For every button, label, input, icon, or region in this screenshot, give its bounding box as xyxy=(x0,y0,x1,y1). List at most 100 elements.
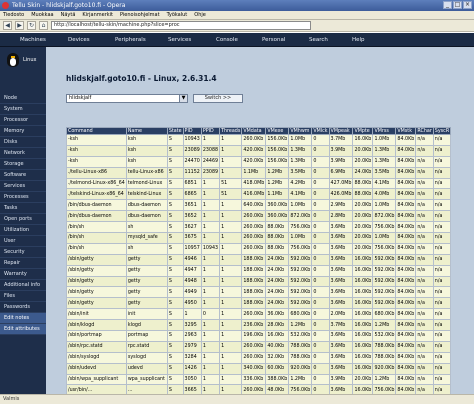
table-cell: n/a xyxy=(415,308,434,321)
column-header[interactable]: PPID xyxy=(200,127,221,135)
sidebar-item-utilization[interactable]: Utilization xyxy=(0,225,46,236)
sidebar-item-system[interactable]: System xyxy=(0,104,46,115)
table-cell: S xyxy=(166,144,184,157)
sidebar-item-additional-info[interactable]: Additional info xyxy=(0,280,46,291)
column-header[interactable]: VMstk xyxy=(395,127,417,135)
table-cell: sh xyxy=(125,242,168,255)
nav-search[interactable]: Search xyxy=(309,33,328,47)
nav-personal[interactable]: Personal xyxy=(262,33,285,47)
column-header[interactable]: State xyxy=(166,127,184,135)
nav-peripherals[interactable]: Peripherals xyxy=(115,33,146,47)
menu-item[interactable]: Muokkaa xyxy=(31,11,53,19)
table-cell: 1.0Mb xyxy=(372,232,397,244)
table-cell: 16.0Kb xyxy=(352,275,374,288)
table-cell: n/a xyxy=(415,362,434,375)
forward-icon[interactable]: ▶ xyxy=(15,21,24,30)
table-cell: 592.0Kb xyxy=(372,253,397,266)
close-icon[interactable]: × xyxy=(463,1,472,9)
reload-icon[interactable]: ↻ xyxy=(27,21,36,30)
table-cell: 3675 xyxy=(182,232,202,244)
sidebar-item-edit-notes[interactable]: Edit notes xyxy=(0,313,46,324)
sidebar-item-warranty[interactable]: Warranty xyxy=(0,269,46,280)
nav-help[interactable]: Help xyxy=(352,33,365,47)
table-cell: n/a xyxy=(432,362,452,375)
table-cell: syslogd xyxy=(125,351,168,364)
column-header[interactable]: Command xyxy=(66,127,127,135)
table-cell: 1 xyxy=(200,177,221,190)
table-cell: 592.0Kb xyxy=(372,297,397,310)
menu-item[interactable]: Kirjanmerkit xyxy=(82,11,113,19)
nav-services[interactable]: Services xyxy=(168,33,191,47)
table-cell: 1.0Mb xyxy=(372,199,397,212)
column-header[interactable]: Threads xyxy=(219,127,243,135)
nav-machines[interactable]: Machines xyxy=(20,33,46,47)
table-cell: 32.0Kb xyxy=(265,351,290,364)
table-cell: getty xyxy=(125,264,168,277)
table-cell: S xyxy=(166,166,184,179)
column-header[interactable]: VMexe xyxy=(265,127,290,135)
sidebar-item-edit-attributes[interactable]: Edit attributes xyxy=(0,324,46,335)
sidebar-item-open-ports[interactable]: Open ports xyxy=(0,214,46,225)
maximize-icon[interactable]: □ xyxy=(453,1,462,9)
host-select[interactable]: hlidskjalf ▼ xyxy=(66,94,188,103)
sidebar-item-user[interactable]: User xyxy=(0,236,46,247)
table-cell: n/a xyxy=(415,340,434,353)
column-header[interactable]: VMpte xyxy=(352,127,374,135)
menu-item[interactable]: Ohje xyxy=(194,11,206,19)
table-cell: 4947 xyxy=(182,264,202,277)
table-cell: /bin/dbus-daemon xyxy=(66,199,127,212)
chevron-down-icon[interactable]: ▼ xyxy=(179,95,187,102)
table-cell: 1 xyxy=(219,308,243,321)
column-header[interactable]: VMpeak xyxy=(328,127,354,135)
sidebar-item-node[interactable]: Node xyxy=(0,93,46,104)
table-cell: 16.0Kb xyxy=(352,286,374,299)
column-header[interactable]: PID xyxy=(182,127,202,135)
column-header[interactable]: SyscR xyxy=(432,127,452,135)
sidebar-item-software[interactable]: Software xyxy=(0,170,46,181)
back-icon[interactable]: ◀ xyxy=(3,21,12,30)
sidebar-item-processor[interactable]: Processor xyxy=(0,115,46,126)
sidebar-item-tasks[interactable]: Tasks xyxy=(0,203,46,214)
column-header[interactable]: VMlck xyxy=(311,127,330,135)
menu-item[interactable]: Työkalut xyxy=(167,11,188,19)
table-cell: 1 xyxy=(200,134,221,146)
sidebar-item-disks[interactable]: Disks xyxy=(0,137,46,148)
table-row: /sbin/getty getty S 4949 1 1 188.0Kb 24.0Kb 592.… xyxy=(66,286,452,299)
menu-item[interactable]: Pienoisohjelmat xyxy=(120,11,160,19)
sidebar-item-security[interactable]: Security xyxy=(0,247,46,258)
table-cell: 1 xyxy=(200,362,221,375)
minimize-icon[interactable]: _ xyxy=(443,1,452,9)
table-cell: 260.0Kb xyxy=(241,210,267,223)
host-select-value: hlidskjalf xyxy=(69,95,92,101)
table-cell: 3.6Mb xyxy=(328,362,354,375)
table-cell: n/a xyxy=(432,308,452,321)
nav-devices[interactable]: Devices xyxy=(68,33,90,47)
column-header[interactable]: RChar xyxy=(415,127,434,135)
sidebar-item-network[interactable]: Network xyxy=(0,148,46,159)
table-cell: /bin/dbus-daemon xyxy=(66,210,127,223)
menu-item[interactable]: Tiedosto xyxy=(3,11,24,19)
home-icon[interactable]: ⌂ xyxy=(39,21,48,30)
column-header[interactable]: VMrss xyxy=(372,127,397,135)
sidebar-item-memory[interactable]: Memory xyxy=(0,126,46,137)
table-cell: 1 xyxy=(200,188,221,201)
address-bar[interactable]: http://localhost/tellu-skin/machine.php?… xyxy=(51,21,311,30)
sidebar-item-repair[interactable]: Repair xyxy=(0,258,46,269)
sidebar-item-processes[interactable]: Processes xyxy=(0,192,46,203)
sidebar-item-passwords[interactable]: Passwords xyxy=(0,302,46,313)
nav-console[interactable]: Console xyxy=(216,33,238,47)
column-header[interactable]: VMhwm xyxy=(288,127,313,135)
table-cell: getty xyxy=(125,286,168,299)
menu-item[interactable]: Näytä xyxy=(61,11,76,19)
table-cell: 3.9Mb xyxy=(328,155,354,168)
table-cell: 756.0Kb xyxy=(372,384,397,394)
table-cell: S xyxy=(166,340,184,353)
switch-button[interactable]: Switch >> xyxy=(193,94,243,103)
table-cell: 4949 xyxy=(182,286,202,299)
table-cell: 1 xyxy=(219,384,243,394)
sidebar-item-storage[interactable]: Storage xyxy=(0,159,46,170)
column-header[interactable]: Name xyxy=(125,127,168,135)
sidebar-item-services[interactable]: Services xyxy=(0,181,46,192)
sidebar-item-files[interactable]: Files xyxy=(0,291,46,302)
column-header[interactable]: VMdata xyxy=(241,127,267,135)
